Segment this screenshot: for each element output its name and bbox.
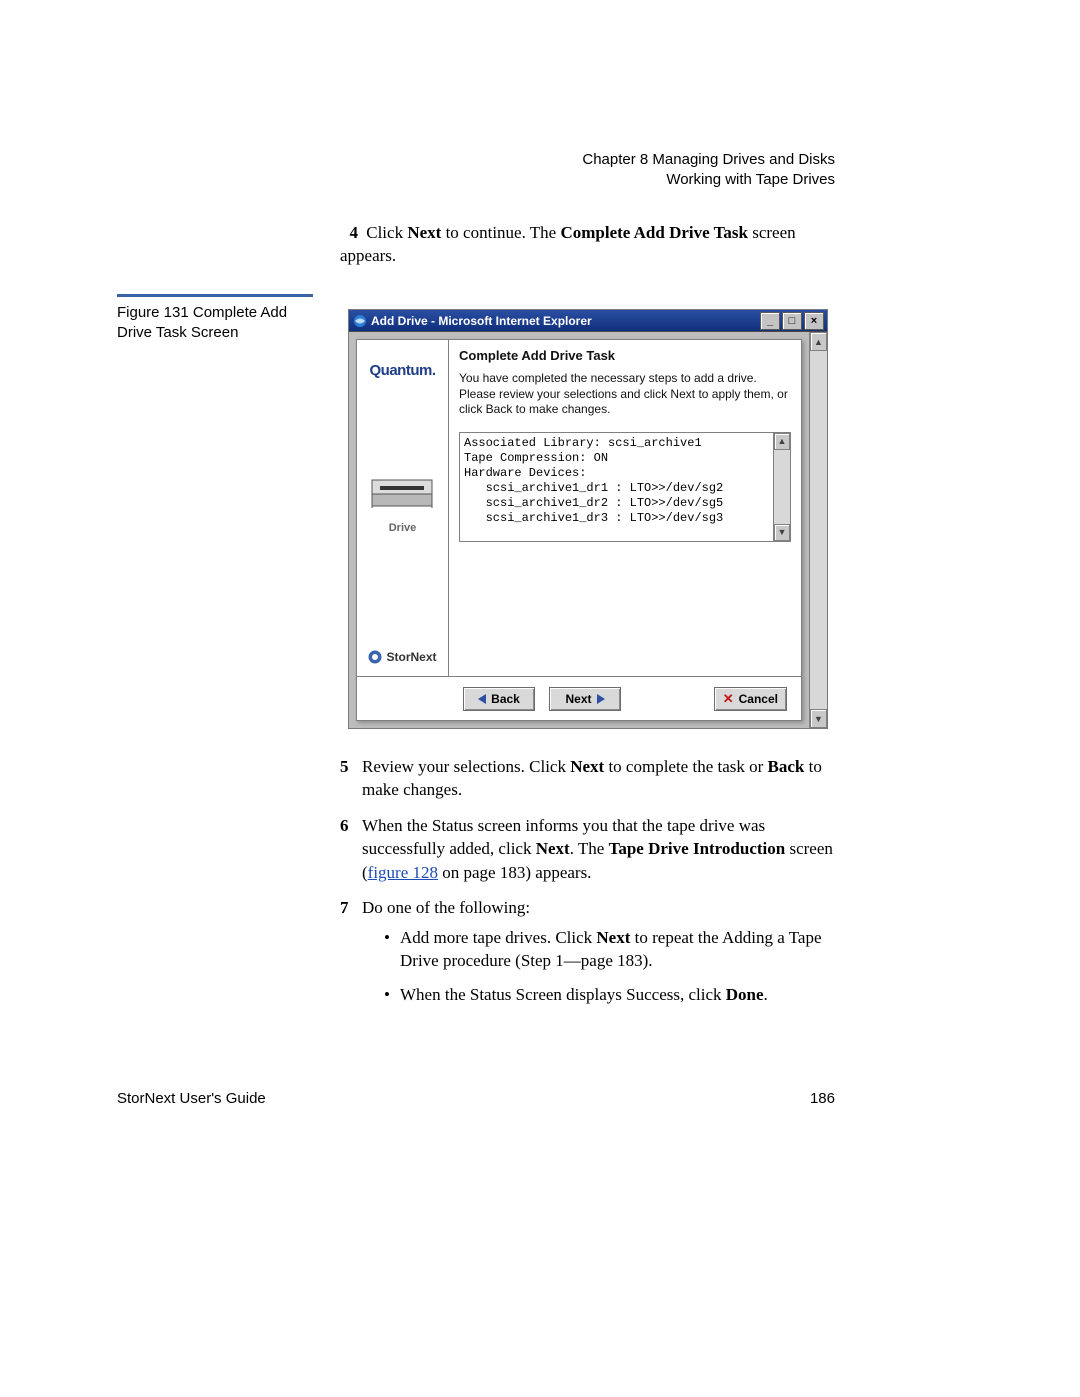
stornext-icon [368, 650, 382, 664]
cancel-button[interactable]: ✕ Cancel [714, 687, 787, 711]
b2-c: . [764, 985, 768, 1004]
scroll-down-icon[interactable]: ▼ [810, 709, 827, 728]
step-4-text-b: to continue. The [441, 223, 560, 242]
step-5-b2: Back [768, 757, 805, 776]
stornext-text: StorNext [386, 650, 436, 664]
step-7-bullet-2: When the Status Screen displays Success,… [382, 983, 840, 1006]
stornext-brand: StorNext [368, 650, 436, 670]
outer-scrollbar[interactable]: ▲ ▼ [809, 332, 827, 728]
step-6-t4: on page 183) appears. [438, 863, 591, 882]
screenshot-add-drive: Add Drive - Microsoft Internet Explorer … [348, 309, 828, 729]
step-6-t2: . The [570, 839, 609, 858]
step-4-text-a: Click [366, 223, 407, 242]
b2-b: Done [726, 985, 764, 1004]
wizard-sidebar: Quantum. Drive [357, 340, 449, 676]
step-6-link[interactable]: figure 128 [368, 863, 438, 882]
review-text: Associated Library: scsi_archive1 Tape C… [460, 433, 773, 541]
back-button[interactable]: Back [463, 687, 535, 711]
ie-icon [353, 314, 367, 328]
close-button[interactable]: × [804, 312, 824, 330]
review-scroll-down-icon[interactable]: ▼ [774, 524, 790, 541]
page-header: Chapter 8 Managing Drives and Disks Work… [582, 150, 835, 191]
step-5-b1: Next [570, 757, 604, 776]
next-button-label: Next [565, 692, 591, 706]
step-7-number: 7 [340, 896, 349, 919]
review-scroll-up-icon[interactable]: ▲ [774, 433, 790, 450]
drive-label: Drive [389, 522, 417, 534]
step-7-bullets: Add more tape drives. Click Next to repe… [382, 926, 840, 1006]
step-6-number: 6 [340, 814, 349, 837]
scroll-up-icon[interactable]: ▲ [810, 332, 827, 351]
caption-rule [117, 294, 313, 297]
cancel-x-icon: ✕ [723, 691, 734, 707]
step-4: 4 Click Next to continue. The Complete A… [340, 222, 830, 268]
step-5: 5 Review your selections. Click Next to … [340, 755, 840, 802]
step-4-next: Next [407, 223, 441, 242]
b2-a: When the Status Screen displays Success,… [400, 985, 726, 1004]
step-6: 6 When the Status screen informs you tha… [340, 814, 840, 884]
minimize-button[interactable]: _ [760, 312, 780, 330]
next-button[interactable]: Next [549, 687, 621, 711]
step-7-t1: Do one of the following: [362, 898, 530, 917]
step-6-b2: Tape Drive Introduction [609, 839, 786, 858]
wizard-window: Quantum. Drive [356, 339, 802, 721]
step-7: 7 Do one of the following: Add more tape… [340, 896, 840, 1006]
minimize-glyph: _ [767, 315, 773, 327]
review-box: Associated Library: scsi_archive1 Tape C… [459, 432, 791, 542]
review-scrollbar[interactable]: ▲ ▼ [773, 433, 790, 541]
footer-page-number: 186 [810, 1090, 835, 1107]
step-5-number: 5 [340, 755, 349, 778]
b1-b: Next [596, 928, 630, 947]
next-arrow-icon [597, 694, 605, 704]
ie-body: Quantum. Drive [349, 332, 809, 728]
ie-titlebar: Add Drive - Microsoft Internet Explorer … [349, 310, 827, 332]
step-4-complete: Complete Add Drive Task [560, 223, 748, 242]
task-title: Complete Add Drive Task [459, 348, 791, 363]
ie-title-text: Add Drive - Microsoft Internet Explorer [371, 314, 760, 328]
maximize-button[interactable]: □ [782, 312, 802, 330]
body-steps: 5 Review your selections. Click Next to … [340, 755, 840, 1018]
window-controls: _ □ × [760, 312, 824, 330]
maximize-glyph: □ [789, 315, 796, 327]
wizard-main: Complete Add Drive Task You have complet… [449, 340, 801, 676]
step-4-number: 4 [340, 222, 358, 245]
footer-guide: StorNext User's Guide [117, 1090, 266, 1107]
close-glyph: × [811, 315, 817, 327]
step-5-t2: to complete the task or [604, 757, 767, 776]
quantum-logo: Quantum. [370, 362, 436, 379]
back-button-label: Back [491, 692, 520, 706]
document-page: Chapter 8 Managing Drives and Disks Work… [0, 0, 1080, 1397]
wizard-content: Quantum. Drive [357, 340, 801, 676]
task-text: You have completed the necessary steps t… [459, 371, 791, 418]
chapter-line: Chapter 8 Managing Drives and Disks [582, 150, 835, 170]
tape-drive-icon [370, 474, 436, 512]
step-6-b1: Next [536, 839, 570, 858]
section-line: Working with Tape Drives [582, 170, 835, 190]
figure-caption: Figure 131 Complete Add Drive Task Scree… [117, 303, 317, 344]
step-7-bullet-1: Add more tape drives. Click Next to repe… [382, 926, 840, 973]
step-5-t1: Review your selections. Click [362, 757, 570, 776]
wizard-button-bar: Back Next ✕ Cancel [357, 676, 801, 720]
back-arrow-icon [478, 694, 486, 704]
b1-a: Add more tape drives. Click [400, 928, 596, 947]
cancel-button-label: Cancel [739, 692, 778, 706]
